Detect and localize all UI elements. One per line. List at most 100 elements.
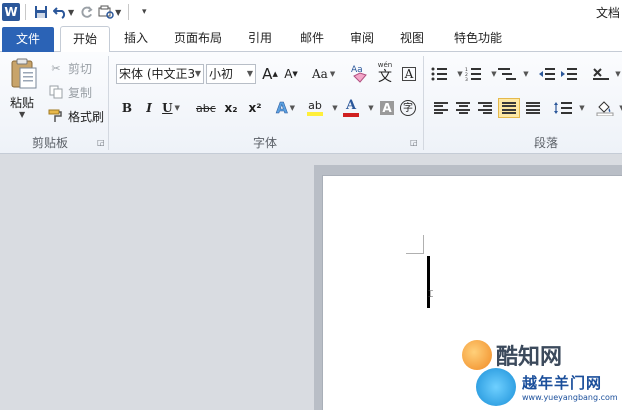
paragraph-group-label: 段落: [533, 136, 558, 150]
format-painter-icon: [48, 109, 64, 123]
numbering-icon: 123: [465, 67, 481, 81]
clear-formatting-icon: Aa: [351, 65, 367, 83]
change-case-button[interactable]: Aa ▼: [312, 64, 335, 84]
underline-dropdown-icon[interactable]: ▼: [175, 104, 180, 112]
highlight-dropdown-icon[interactable]: ▼: [325, 98, 343, 118]
watermark-url: www.yueyangbang.com: [522, 393, 618, 402]
distributed-button[interactable]: [522, 98, 544, 118]
superscript-button[interactable]: x²: [246, 98, 264, 118]
print-preview-icon[interactable]: ▼: [98, 3, 121, 21]
copy-icon: [48, 85, 64, 99]
change-case-dropdown-icon[interactable]: ▼: [330, 70, 335, 78]
paste-dropdown-icon[interactable]: ▼: [19, 110, 25, 119]
text-effects-dropdown-icon[interactable]: ▼: [290, 104, 295, 112]
tab-insert[interactable]: 插入: [116, 26, 156, 52]
cut-button[interactable]: ✂ 剪切: [48, 58, 92, 78]
text-effects-button[interactable]: A ▼: [276, 98, 295, 118]
save-icon[interactable]: [33, 3, 49, 21]
tab-review[interactable]: 审阅: [342, 26, 382, 52]
character-border-button[interactable]: A: [400, 64, 418, 84]
tab-references[interactable]: 引用: [240, 26, 280, 52]
enclose-characters-button[interactable]: 字: [399, 98, 417, 118]
italic-button[interactable]: I: [140, 98, 158, 118]
text-highlight-button[interactable]: ab: [306, 96, 324, 120]
multilevel-list-icon: [498, 68, 516, 80]
multilevel-dropdown-icon[interactable]: ▼: [516, 64, 534, 84]
bold-button[interactable]: B: [118, 98, 136, 118]
font-color-button[interactable]: A: [342, 96, 360, 120]
change-case-icon: Aa: [312, 67, 328, 81]
paste-button[interactable]: 粘贴: [10, 94, 34, 111]
redo-icon[interactable]: [78, 3, 94, 21]
bullets-icon: [431, 67, 447, 81]
ribbon-tabs: 文件 开始 插入 页面布局 引用 邮件 审阅 视图 特色功能: [0, 24, 622, 53]
phonetic-char-icon: 文: [378, 69, 392, 85]
phonetic-guide-button[interactable]: wén 文: [376, 60, 394, 86]
qat-separator: [128, 4, 130, 20]
undo-dropdown-icon[interactable]: ▼: [68, 8, 74, 17]
window-title: 文档: [595, 6, 620, 20]
font-color-dropdown-icon[interactable]: ▼: [361, 98, 379, 118]
paragraph-shading-dropdown-icon[interactable]: ▼: [612, 98, 622, 118]
shrink-font-button[interactable]: A ▼: [282, 64, 300, 84]
text-effects-icon: A: [276, 99, 288, 118]
align-center-button[interactable]: [452, 98, 474, 118]
cut-label: 剪切: [68, 61, 93, 76]
enclose-characters-icon: 字: [400, 100, 416, 116]
strikethrough-button[interactable]: abc: [196, 98, 216, 118]
font-size-dropdown-icon[interactable]: ▼: [247, 65, 253, 83]
title-bar: W ▼ ▼ ▾ 文档: [0, 0, 622, 24]
line-spacing-icon: [554, 102, 572, 114]
tab-file[interactable]: 文件: [2, 27, 54, 52]
line-spacing-button[interactable]: [552, 98, 574, 118]
align-left-button[interactable]: [430, 98, 452, 118]
paste-icon[interactable]: [10, 58, 38, 90]
clear-formatting-button[interactable]: Aa: [350, 60, 368, 86]
mouse-ibeam-icon: ⌶: [428, 290, 434, 300]
grow-font-icon: A: [262, 65, 273, 83]
ribbon: 粘贴 ▼ ✂ 剪切 复制 格式刷 剪贴板 ◲ 宋体 (中文正3 ▼ 小初 ▼ A…: [0, 52, 622, 154]
customize-qat-icon[interactable]: ▾: [136, 3, 152, 21]
distributed-icon: [526, 102, 540, 114]
chinese-layout-dropdown-icon[interactable]: ▼: [608, 64, 622, 84]
tab-home[interactable]: 开始: [60, 26, 110, 53]
yueyang-logo-icon: [476, 368, 516, 406]
font-name-value: 宋体 (中文正3: [119, 67, 196, 81]
character-shading-button[interactable]: A: [378, 98, 396, 118]
font-color-icon: A: [345, 98, 357, 113]
tab-view[interactable]: 视图: [392, 26, 432, 52]
watermark-text-group: 越年羊门网 www.yueyangbang.com: [522, 372, 618, 402]
undo-icon[interactable]: ▼: [53, 3, 74, 21]
grow-font-button[interactable]: A ▲: [261, 64, 279, 84]
highlight-icon: ab: [308, 99, 322, 112]
line-spacing-dropdown-icon[interactable]: ▼: [572, 98, 590, 118]
font-name-dropdown-icon[interactable]: ▼: [195, 65, 201, 83]
justify-button[interactable]: [498, 98, 520, 118]
underline-button[interactable]: U ▼: [162, 98, 180, 118]
align-right-button[interactable]: [474, 98, 496, 118]
clipboard-launcher-icon[interactable]: ◲: [97, 138, 105, 147]
bullets-button[interactable]: [430, 64, 452, 84]
font-launcher-icon[interactable]: ◲: [410, 138, 418, 147]
tab-mailings[interactable]: 邮件: [292, 26, 332, 52]
tab-special-features[interactable]: 特色功能: [446, 26, 510, 52]
copy-button[interactable]: 复制: [48, 82, 92, 102]
print-dropdown-icon[interactable]: ▼: [115, 8, 121, 17]
text-cursor: [427, 256, 430, 308]
tab-page-layout[interactable]: 页面布局: [166, 26, 230, 52]
format-painter-button[interactable]: 格式刷: [48, 106, 104, 126]
word-app-icon[interactable]: W: [2, 3, 20, 21]
decrease-indent-icon: [539, 68, 555, 80]
quick-access-toolbar: W ▼ ▼ ▾: [2, 2, 154, 22]
highlight-color-swatch: [307, 112, 323, 116]
increase-indent-icon: [561, 68, 577, 80]
subscript-button[interactable]: x₂: [222, 98, 240, 118]
watermark-kuzhi: 酷知网: [462, 339, 562, 371]
increase-indent-button[interactable]: [558, 64, 580, 84]
numbering-button[interactable]: 123: [464, 64, 486, 84]
decrease-indent-button[interactable]: [536, 64, 558, 84]
watermark-yueyang: 越年羊门网 www.yueyangbang.com: [476, 368, 618, 406]
margin-crop-mark-horizontal: [406, 253, 424, 254]
font-name-combo[interactable]: 宋体 (中文正3 ▼: [116, 64, 204, 84]
font-size-combo[interactable]: 小初 ▼: [206, 64, 256, 84]
